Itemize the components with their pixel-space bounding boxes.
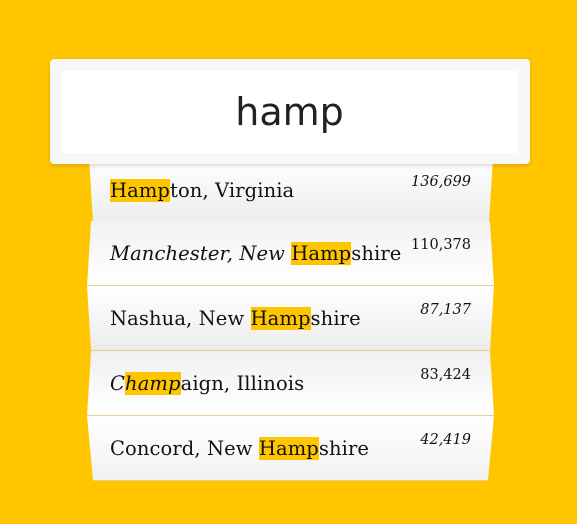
match-highlight: Hamp	[250, 307, 311, 330]
suggestion-prefix: C	[110, 371, 126, 395]
suggestion-city: Hampton, Virginia	[110, 178, 295, 202]
match-highlight: Hamp	[110, 178, 171, 202]
suggestion-population: 87,137	[420, 302, 471, 318]
suggestion-prefix: Nashua, New	[110, 307, 251, 330]
suggestion-suffix: shire	[351, 241, 402, 265]
suggestion-population: 42,419	[420, 432, 471, 448]
suggestion-population: 110,378	[411, 237, 471, 253]
suggestion-item[interactable]: Manchester, New Hampshire 110,378	[87, 221, 494, 286]
suggestion-item[interactable]: Hampton, Virginia 136,699	[89, 158, 493, 223]
search-box	[50, 59, 530, 164]
suggestion-city: Concord, New Hampshire	[110, 436, 370, 460]
search-input[interactable]	[61, 71, 518, 153]
suggestion-suffix: ton, Virginia	[170, 178, 295, 202]
suggestion-city: Champaign, Illinois	[110, 371, 305, 395]
suggestion-city: Nashua, New Hampshire	[110, 307, 361, 330]
suggestion-item[interactable]: Nashua, New Hampshire 87,137	[87, 286, 494, 351]
match-highlight: Hamp	[258, 436, 319, 460]
suggestion-item[interactable]: Concord, New Hampshire 42,419	[87, 416, 494, 481]
suggestion-population: 83,424	[420, 367, 471, 383]
match-highlight: hamp	[125, 371, 181, 395]
suggestion-prefix: Concord, New	[110, 436, 259, 460]
suggestion-city: Manchester, New Hampshire	[110, 241, 402, 265]
suggestion-suffix: shire	[310, 307, 361, 330]
match-highlight: Hamp	[291, 241, 352, 265]
suggestion-population: 136,699	[411, 174, 471, 190]
suggestion-prefix: Manchester, New	[110, 241, 292, 265]
suggestion-suffix: shire	[318, 436, 370, 460]
suggestion-item[interactable]: Champaign, Illinois 83,424	[87, 351, 494, 416]
suggestion-suffix: aign, Illinois	[180, 371, 305, 395]
